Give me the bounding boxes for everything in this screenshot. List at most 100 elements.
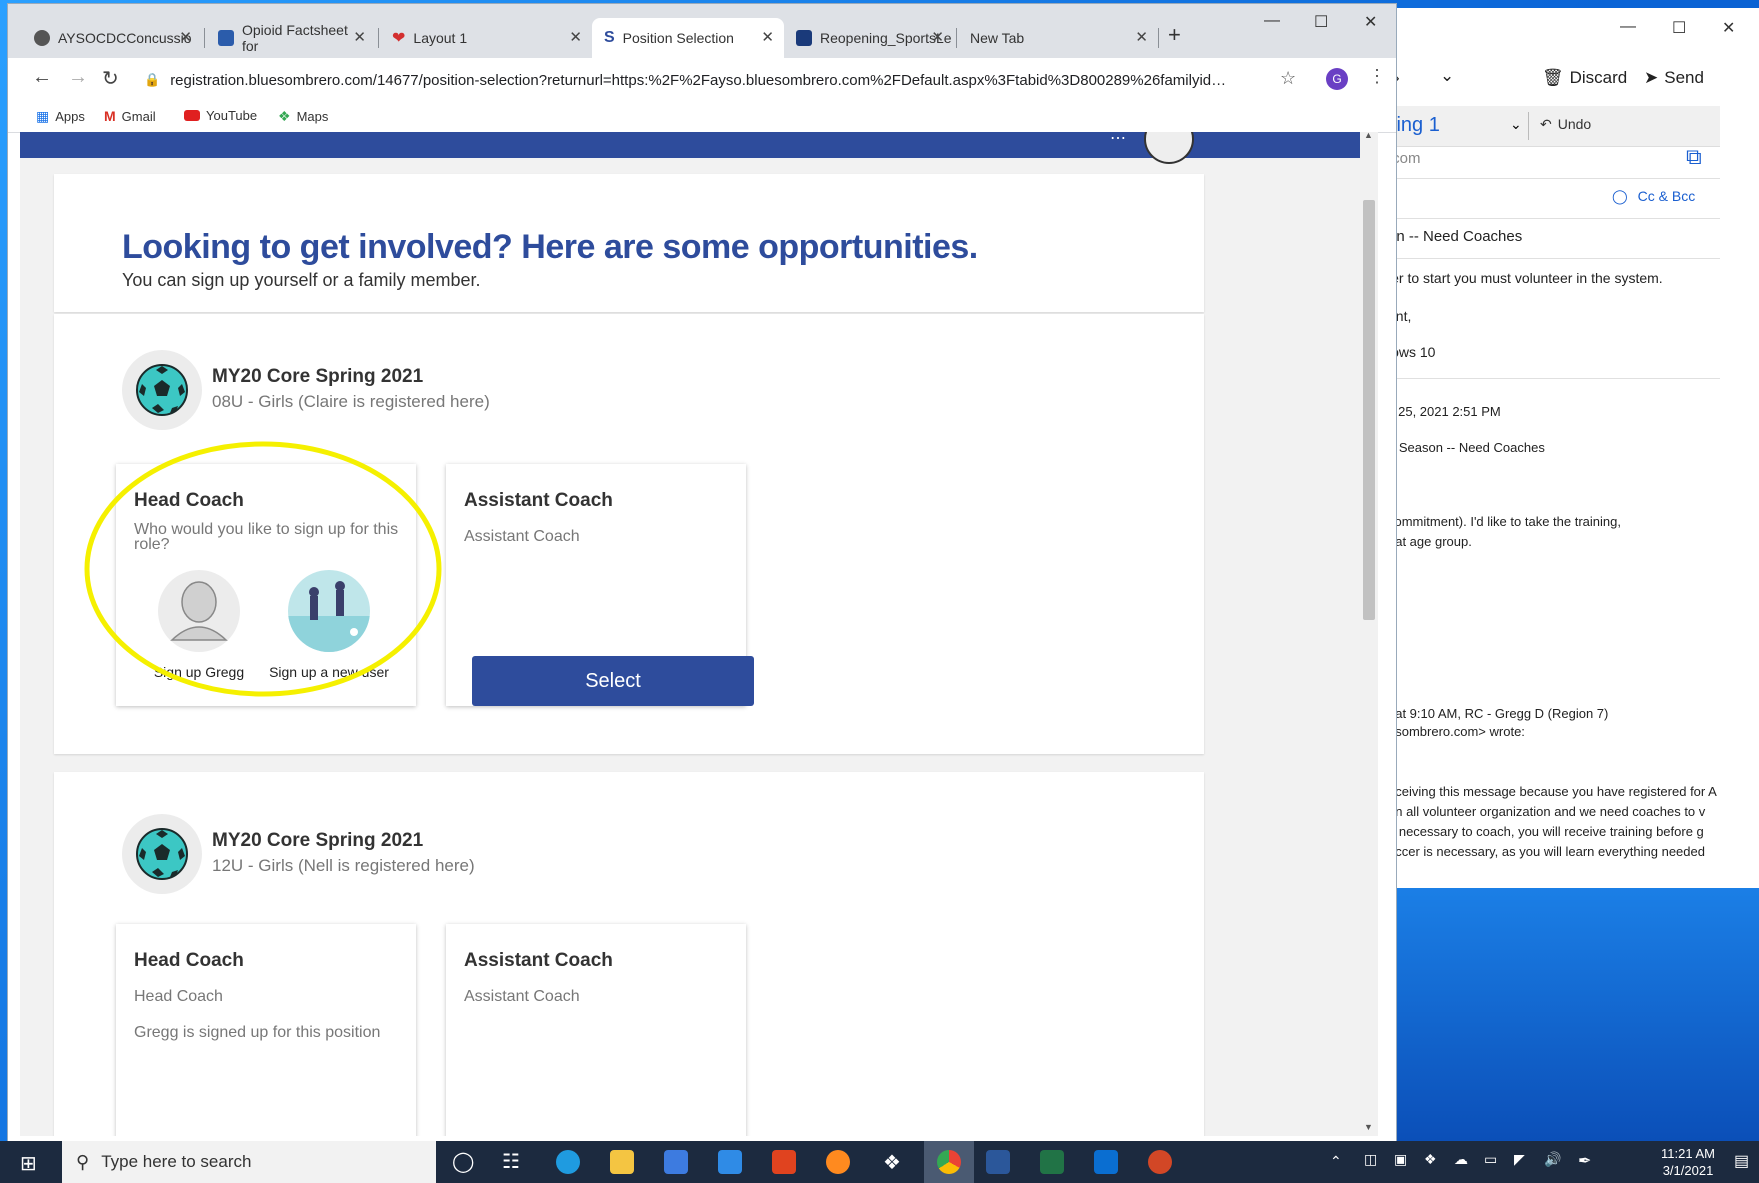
role-card-assistant-coach: Assistant Coach Assistant Coach Select (446, 464, 754, 706)
close-icon[interactable]: ✕ (931, 28, 944, 46)
format-bar: ling 1 ⌄ ↶ Undo (1380, 106, 1720, 147)
new-tab-plus-icon[interactable]: + (1168, 22, 1181, 48)
divider (1158, 28, 1159, 48)
meet-now-icon[interactable]: ◫ (1364, 1151, 1377, 1168)
lock-icon: 🔒 (144, 72, 161, 87)
body-line: y 25, 2021 2:51 PM (1388, 404, 1501, 419)
notification-icon[interactable]: ▤ (1734, 1151, 1749, 1171)
scroll-down-icon[interactable]: ▼ (1364, 1122, 1373, 1132)
tab-reopening-sports[interactable]: Reopening_SportsLe ✕ (784, 18, 954, 58)
undo-button[interactable]: ↶ Undo (1540, 116, 1591, 133)
cortana-icon[interactable]: ◯ (452, 1149, 474, 1174)
wifi-icon[interactable]: ◤ (1514, 1151, 1525, 1168)
cc-bcc-button[interactable]: ◯ Cc & Bcc (1612, 188, 1695, 205)
store-icon[interactable] (664, 1150, 688, 1174)
person-icon: ◯ (1612, 188, 1628, 204)
dots-icon[interactable]: ⋯ (1110, 132, 1126, 148)
page-scrollbar[interactable]: ▲ ▼ (1360, 132, 1378, 1136)
chrome-taskbar-active[interactable] (924, 1141, 974, 1183)
reload-icon[interactable]: ↻ (102, 66, 119, 91)
word-icon[interactable] (986, 1150, 1010, 1174)
edge-icon[interactable] (556, 1150, 580, 1174)
trash-icon: 🗑 (1542, 68, 1564, 87)
close-icon[interactable]: ✕ (353, 28, 366, 46)
close-icon[interactable]: ✕ (1135, 28, 1148, 46)
bookmark-youtube[interactable]: YouTube (184, 108, 257, 123)
close-icon[interactable]: ✕ (179, 28, 192, 46)
bookmark-maps[interactable]: ❖ Maps (278, 108, 328, 125)
subject-field[interactable]: on -- Need Coaches (1388, 228, 1522, 245)
popout-icon[interactable]: ⧉ (1686, 144, 1702, 170)
star-icon[interactable]: ☆ (1280, 68, 1296, 89)
tab-strip: AYSOCDCConcussio ✕ Opioid Factsheet for … (8, 4, 1396, 58)
close-icon[interactable]: ✕ (569, 28, 582, 46)
profile-avatar[interactable]: G (1326, 68, 1348, 90)
scroll-up-icon[interactable]: ▲ (1364, 132, 1373, 140)
address-bar[interactable]: 🔒 registration.bluesombrero.com/14677/po… (138, 64, 1268, 96)
body-line: ler to start you must volunteer in the s… (1388, 270, 1663, 286)
close-icon[interactable]: ✕ (1364, 12, 1377, 32)
bookmark-apps[interactable]: ▦ Apps (36, 108, 85, 125)
tab-position-selection[interactable]: S Position Selection ✕ (592, 18, 784, 58)
back-arrow-icon[interactable]: ← (32, 66, 52, 89)
user-avatar[interactable] (1144, 132, 1194, 164)
program-name: MY20 Core Spring 2021 (212, 830, 424, 851)
tab-opioid-factsheet[interactable]: Opioid Factsheet for ✕ (206, 18, 376, 58)
maximize-icon[interactable]: ☐ (1314, 12, 1328, 32)
minimize-icon[interactable]: — (1620, 18, 1636, 36)
globe-icon (34, 30, 50, 46)
select-button[interactable]: Select (472, 656, 754, 706)
dropbox-icon[interactable]: ❖ (880, 1150, 904, 1174)
volume-icon[interactable]: 🔊 (1544, 1151, 1561, 1168)
program-section: MY20 Core Spring 2021 12U - Girls (Nell … (54, 772, 1204, 1136)
tab-layout-1[interactable]: ❤ Layout 1 ✕ (380, 18, 592, 58)
divider (1528, 112, 1529, 140)
role-card-assistant-coach: Assistant Coach Assistant Coach (446, 924, 746, 1136)
maximize-icon[interactable]: ☐ (1672, 18, 1686, 38)
firefox-icon[interactable] (826, 1150, 850, 1174)
tray-app-icon[interactable]: ▣ (1394, 1151, 1407, 1168)
chevron-down-icon[interactable]: ⌄ (1440, 66, 1454, 86)
youtube-icon (184, 110, 200, 121)
outlook-icon[interactable] (1094, 1150, 1118, 1174)
close-icon[interactable]: ✕ (761, 28, 774, 46)
outlook-compose-window: — ☐ ✕ › ⌄ 🗑 Discard ➤ Send ling 1 ⌄ ↶ Un… (1380, 8, 1759, 1141)
body-line: g Season -- Need Coaches (1388, 440, 1545, 455)
onedrive-icon[interactable]: ☁ (1454, 1151, 1468, 1168)
pen-icon[interactable]: ✒ (1578, 1151, 1591, 1171)
forward-arrow-icon[interactable]: → (68, 66, 88, 89)
minimize-icon[interactable]: — (1264, 12, 1280, 30)
send-button[interactable]: ➤ Send (1644, 68, 1704, 88)
windows-start-icon[interactable]: ⊞ (20, 1151, 37, 1176)
close-icon[interactable]: ✕ (1722, 18, 1735, 38)
role-card-head-coach: Head Coach Head Coach Gregg is signed up… (116, 924, 416, 1136)
search-placeholder: Type here to search (101, 1152, 252, 1171)
tab-new-tab[interactable]: New Tab ✕ (958, 18, 1158, 58)
bookmark-gmail[interactable]: M Gmail (104, 108, 156, 124)
divider (1380, 218, 1720, 219)
site-header: ⋯ (20, 132, 1378, 164)
soccer-ball-icon (122, 350, 202, 430)
body-line: hat age group. (1388, 534, 1472, 549)
scrollbar-thumb[interactable] (1363, 200, 1375, 620)
send-icon: ➤ (1644, 68, 1659, 87)
dropbox-tray-icon[interactable]: ❖ (1424, 1151, 1437, 1168)
chevron-up-icon[interactable]: ⌃ (1330, 1153, 1342, 1170)
chevron-down-icon[interactable]: ⌄ (1510, 116, 1522, 133)
program-section: MY20 Core Spring 2021 08U - Girls (Clair… (54, 314, 1204, 754)
page-viewport[interactable]: ⋯ Looking to get involved? Here are some… (20, 132, 1378, 1136)
file-explorer-icon[interactable] (610, 1150, 634, 1174)
mail-icon[interactable] (718, 1150, 742, 1174)
powerpoint-icon[interactable] (1148, 1150, 1172, 1174)
taskbar-search[interactable]: ⚲ Type here to search (62, 1141, 436, 1183)
intro-card: Looking to get involved? Here are some o… (54, 174, 1204, 312)
task-view-icon[interactable]: ☷ (502, 1149, 520, 1174)
system-clock[interactable]: 11:21 AM 3/1/2021 (1661, 1145, 1715, 1179)
style-dropdown[interactable]: ling 1 (1392, 114, 1440, 137)
kebab-menu-icon[interactable]: ⋮ (1368, 66, 1386, 87)
discard-button[interactable]: 🗑 Discard (1542, 68, 1627, 88)
office-icon[interactable] (772, 1150, 796, 1174)
excel-icon[interactable] (1040, 1150, 1064, 1174)
battery-icon[interactable]: ▭ (1484, 1151, 1497, 1168)
tab-aysocdc[interactable]: AYSOCDCConcussio ✕ (22, 18, 202, 58)
